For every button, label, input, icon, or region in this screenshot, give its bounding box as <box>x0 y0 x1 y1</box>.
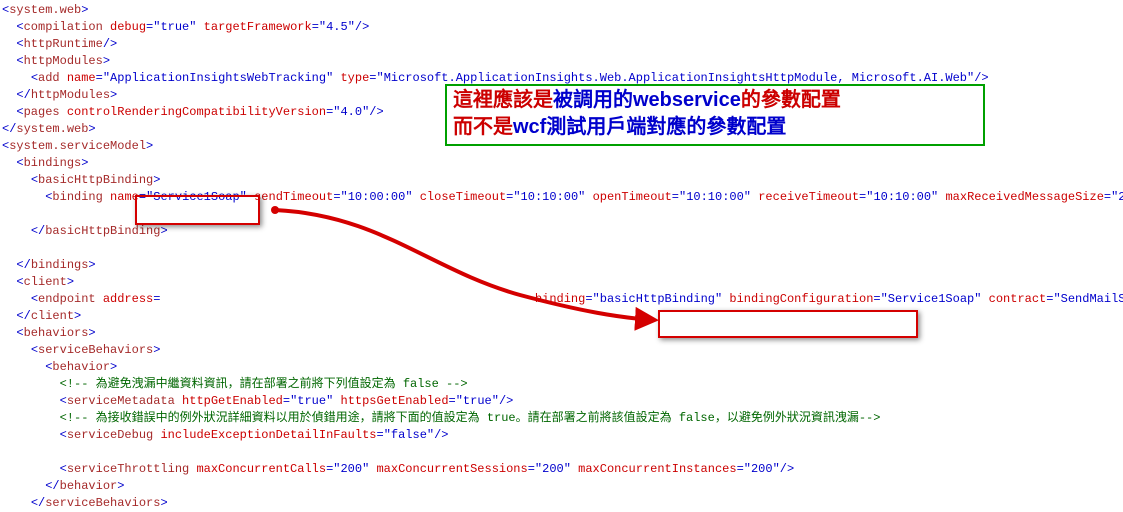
code-line: <client> <box>2 274 1123 291</box>
code-line <box>2 444 1123 461</box>
code-line: <basicHttpBinding> <box>2 172 1123 189</box>
code-line: </behavior> <box>2 478 1123 495</box>
code-line: </basicHttpBinding> <box>2 223 1123 240</box>
code-line: <serviceDebug includeExceptionDetailInFa… <box>2 427 1123 444</box>
code-line: <serviceBehaviors> <box>2 342 1123 359</box>
note-text: wcf <box>513 116 546 138</box>
code-line: <serviceThrottling maxConcurrentCalls="2… <box>2 461 1123 478</box>
code-line: <serviceMetadata httpGetEnabled="true" h… <box>2 393 1123 410</box>
note-text: 測試用戶端對應的參數配置 <box>546 116 786 138</box>
code-line: <binding name="Service1Soap" sendTimeout… <box>2 189 1123 206</box>
code-line: </bindings> <box>2 257 1123 274</box>
code-line: <compilation debug="true" targetFramewor… <box>2 19 1123 36</box>
code-line <box>2 206 1123 223</box>
note-text: 的參數配置 <box>741 89 841 111</box>
note-text: 這裡應該是 <box>453 89 553 111</box>
note-text: webservice <box>633 89 741 111</box>
code-line: <endpoint address= binding="basicHttpBin… <box>2 291 1123 308</box>
code-line <box>2 240 1123 257</box>
note-text: 而不是 <box>453 116 513 138</box>
code-line: <httpModules> <box>2 53 1123 70</box>
code-line: <!-- 為避免洩漏中繼資料資訊，請在部署之前將下列值設定為 false --> <box>2 376 1123 393</box>
code-line: <behavior> <box>2 359 1123 376</box>
code-line: <httpRuntime/> <box>2 36 1123 53</box>
code-line: <system.web> <box>2 2 1123 19</box>
code-line: <!-- 為接收錯誤中的例外狀況詳細資料以用於偵錯用途，請將下面的值設定為 tr… <box>2 410 1123 427</box>
code-line: <behaviors> <box>2 325 1123 342</box>
code-line: </client> <box>2 308 1123 325</box>
note-text: 被調用的 <box>553 89 633 111</box>
code-block: <system.web> <compilation debug="true" t… <box>0 0 1123 512</box>
code-line: </serviceBehaviors> <box>2 495 1123 512</box>
annotation-note: 這裡應該是被調用的webservice的參數配置 而不是wcf測試用戶端對應的參… <box>445 84 985 146</box>
code-line: <bindings> <box>2 155 1123 172</box>
